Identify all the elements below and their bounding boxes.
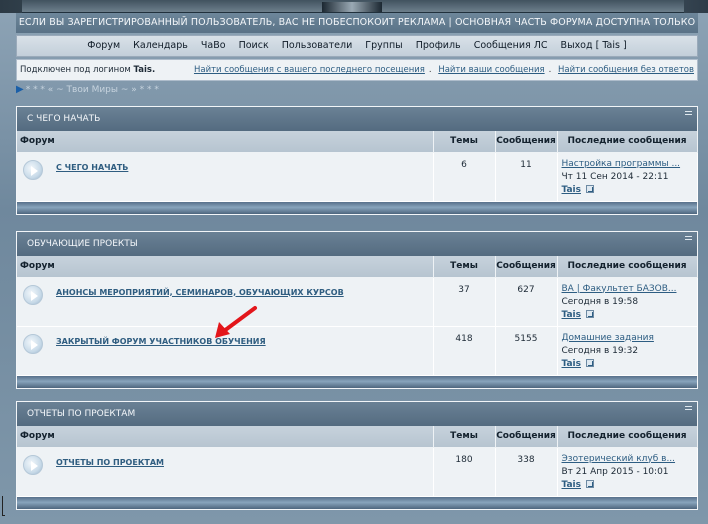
last-post-title[interactable]: ВА | Факультет БАЗОВ... bbox=[562, 284, 677, 294]
link-new-since-last-visit[interactable]: Найти сообщения с вашего последнего посе… bbox=[194, 65, 425, 75]
user-bar: Подключен под логином Tais. Найти сообще… bbox=[16, 59, 698, 81]
goto-post-icon[interactable] bbox=[586, 479, 594, 488]
nav-profile[interactable]: Профиль bbox=[416, 40, 461, 51]
login-prefix: Подключен под логином bbox=[20, 65, 131, 75]
category-title[interactable]: С ЧЕГО НАЧАТЬ bbox=[27, 114, 100, 124]
last-post-user[interactable]: Tais bbox=[562, 359, 582, 369]
category-footer bbox=[17, 496, 697, 509]
last-post: Эзотерический клуб в... Вт 21 Апр 2015 -… bbox=[557, 447, 698, 497]
table-row: АНОНСЫ МЕРОПРИЯТИЙ, СЕМИНАРОВ, ОБУЧАЮЩИХ… bbox=[17, 277, 698, 327]
topics-count: 418 bbox=[433, 326, 496, 376]
nav-search[interactable]: Поиск bbox=[239, 40, 269, 51]
link-your-posts[interactable]: Найти ваши сообщения bbox=[438, 65, 544, 75]
forum-read-icon bbox=[23, 454, 43, 475]
col-topics: Темы bbox=[433, 131, 496, 153]
last-post-title[interactable]: Настройка программы ... bbox=[562, 159, 681, 169]
collapse-icon[interactable] bbox=[685, 111, 692, 115]
last-post-user[interactable]: Tais bbox=[562, 480, 582, 490]
last-post: ВА | Факультет БАЗОВ... Сегодня в 19:58 … bbox=[557, 277, 698, 327]
posts-count: 627 bbox=[495, 277, 558, 327]
banner-image bbox=[22, 0, 684, 13]
last-post-date: Чт 11 Сен 2014 - 22:11 bbox=[561, 171, 669, 182]
topics-count: 180 bbox=[433, 447, 496, 497]
forum-link[interactable]: ОТЧЕТЫ ПО ПРОЕКТАМ bbox=[56, 458, 164, 467]
last-post: Настройка программы ... Чт 11 Сен 2014 -… bbox=[557, 152, 698, 202]
forum-read-icon bbox=[23, 333, 43, 354]
goto-post-icon[interactable] bbox=[586, 184, 594, 193]
forum-table: Форум Темы Сообщения Последние сообщения… bbox=[17, 426, 698, 497]
nav-logout[interactable]: Выход [ Tais ] bbox=[561, 40, 627, 51]
nav-forum[interactable]: Форум bbox=[87, 40, 120, 51]
topics-count: 6 bbox=[433, 152, 496, 202]
col-topics: Темы bbox=[433, 426, 496, 448]
main-nav: Форум Календарь ЧаВо Поиск Пользователи … bbox=[16, 35, 698, 57]
col-posts: Сообщения bbox=[495, 426, 558, 448]
category-title[interactable]: ОТЧЕТЫ ПО ПРОЕКТАМ bbox=[27, 409, 135, 419]
last-post-title[interactable]: Эзотерический клуб в... bbox=[562, 454, 676, 464]
category-header: ОБУЧАЮЩИЕ ПРОЕКТЫ bbox=[17, 232, 697, 256]
search-links: Найти сообщения с вашего последнего посе… bbox=[193, 65, 694, 75]
category-header: ОТЧЕТЫ ПО ПРОЕКТАМ bbox=[17, 402, 697, 426]
col-forum: Форум bbox=[17, 426, 434, 448]
forum-link[interactable]: АНОНСЫ МЕРОПРИЯТИЙ, СЕМИНАРОВ, ОБУЧАЮЩИХ… bbox=[56, 288, 344, 297]
last-post-date: Сегодня в 19:32 bbox=[561, 345, 639, 356]
link-unanswered[interactable]: Найти сообщения без ответов bbox=[558, 65, 694, 75]
banner-ship-image bbox=[322, 2, 382, 12]
nav-users[interactable]: Пользователи bbox=[282, 40, 353, 51]
breadcrumb-label: * * * « ~ Твои Миры ~ » * * * bbox=[25, 85, 159, 95]
table-row: ОТЧЕТЫ ПО ПРОЕКТАМ 180 338 Эзотерический… bbox=[17, 447, 698, 497]
forum-read-icon bbox=[23, 284, 43, 305]
goto-post-icon[interactable] bbox=[586, 309, 594, 318]
category-learning: ОБУЧАЮЩИЕ ПРОЕКТЫ Форум Темы Сообщения П… bbox=[16, 231, 698, 389]
col-posts: Сообщения bbox=[495, 131, 558, 153]
col-last: Последние сообщения bbox=[557, 426, 698, 448]
last-post-user[interactable]: Tais bbox=[562, 185, 582, 195]
nav-private-messages[interactable]: Сообщения ЛС bbox=[474, 40, 548, 51]
last-post-date: Сегодня в 19:58 bbox=[561, 296, 639, 307]
forum-link[interactable]: С ЧЕГО НАЧАТЬ bbox=[56, 163, 128, 172]
breadcrumb-arrow-icon: ▶ bbox=[16, 84, 24, 95]
breadcrumb[interactable]: ▶ * * * « ~ Твои Миры ~ » * * * bbox=[16, 84, 159, 96]
last-post: Домашние задания Сегодня в 19:32 Tais bbox=[557, 326, 698, 376]
col-posts: Сообщения bbox=[495, 256, 558, 278]
nav-groups[interactable]: Группы bbox=[365, 40, 402, 51]
forum-table: Форум Темы Сообщения Последние сообщения… bbox=[17, 131, 698, 202]
red-arrow-annotation bbox=[215, 306, 257, 338]
posts-count: 5155 bbox=[495, 326, 558, 376]
goto-post-icon[interactable] bbox=[586, 358, 594, 367]
category-header: С ЧЕГО НАЧАТЬ bbox=[17, 107, 697, 131]
last-post-date: Вт 21 Апр 2015 - 10:01 bbox=[561, 466, 669, 477]
table-row: ЗАКРЫТЫЙ ФОРУМ УЧАСТНИКОВ ОБУЧЕНИЯ 418 5… bbox=[17, 326, 698, 376]
col-topics: Темы bbox=[433, 256, 496, 278]
posts-count: 338 bbox=[495, 447, 558, 497]
posts-count: 11 bbox=[495, 152, 558, 202]
forum-read-icon bbox=[23, 159, 43, 180]
category-footer bbox=[17, 375, 697, 388]
forum-table: Форум Темы Сообщения Последние сообщения… bbox=[17, 256, 698, 376]
col-forum: Форум bbox=[17, 256, 434, 278]
page-edge-line bbox=[2, 496, 5, 516]
col-last: Последние сообщения bbox=[557, 256, 698, 278]
last-post-title[interactable]: Домашние задания bbox=[562, 333, 654, 343]
login-username: Tais. bbox=[133, 65, 156, 75]
category-reports: ОТЧЕТЫ ПО ПРОЕКТАМ Форум Темы Сообщения … bbox=[16, 401, 698, 510]
col-last: Последние сообщения bbox=[557, 131, 698, 153]
nav-calendar[interactable]: Календарь bbox=[133, 40, 188, 51]
table-row: С ЧЕГО НАЧАТЬ 6 11 Настройка программы .… bbox=[17, 152, 698, 202]
announcement-bar: ЕСЛИ ВЫ ЗАРЕГИСТРИРОВАННЫЙ ПОЛЬЗОВАТЕЛЬ,… bbox=[16, 13, 698, 48]
last-post-user[interactable]: Tais bbox=[562, 310, 582, 320]
topics-count: 37 bbox=[433, 277, 496, 327]
category-start: С ЧЕГО НАЧАТЬ Форум Темы Сообщения После… bbox=[16, 106, 698, 215]
collapse-icon[interactable] bbox=[685, 236, 692, 240]
col-forum: Форум bbox=[17, 131, 434, 153]
nav-faq[interactable]: ЧаВо bbox=[201, 40, 226, 51]
login-status: Подключен под логином Tais. bbox=[20, 60, 155, 80]
collapse-icon[interactable] bbox=[685, 406, 692, 410]
category-title[interactable]: ОБУЧАЮЩИЕ ПРОЕКТЫ bbox=[27, 239, 138, 249]
category-footer bbox=[17, 201, 697, 214]
